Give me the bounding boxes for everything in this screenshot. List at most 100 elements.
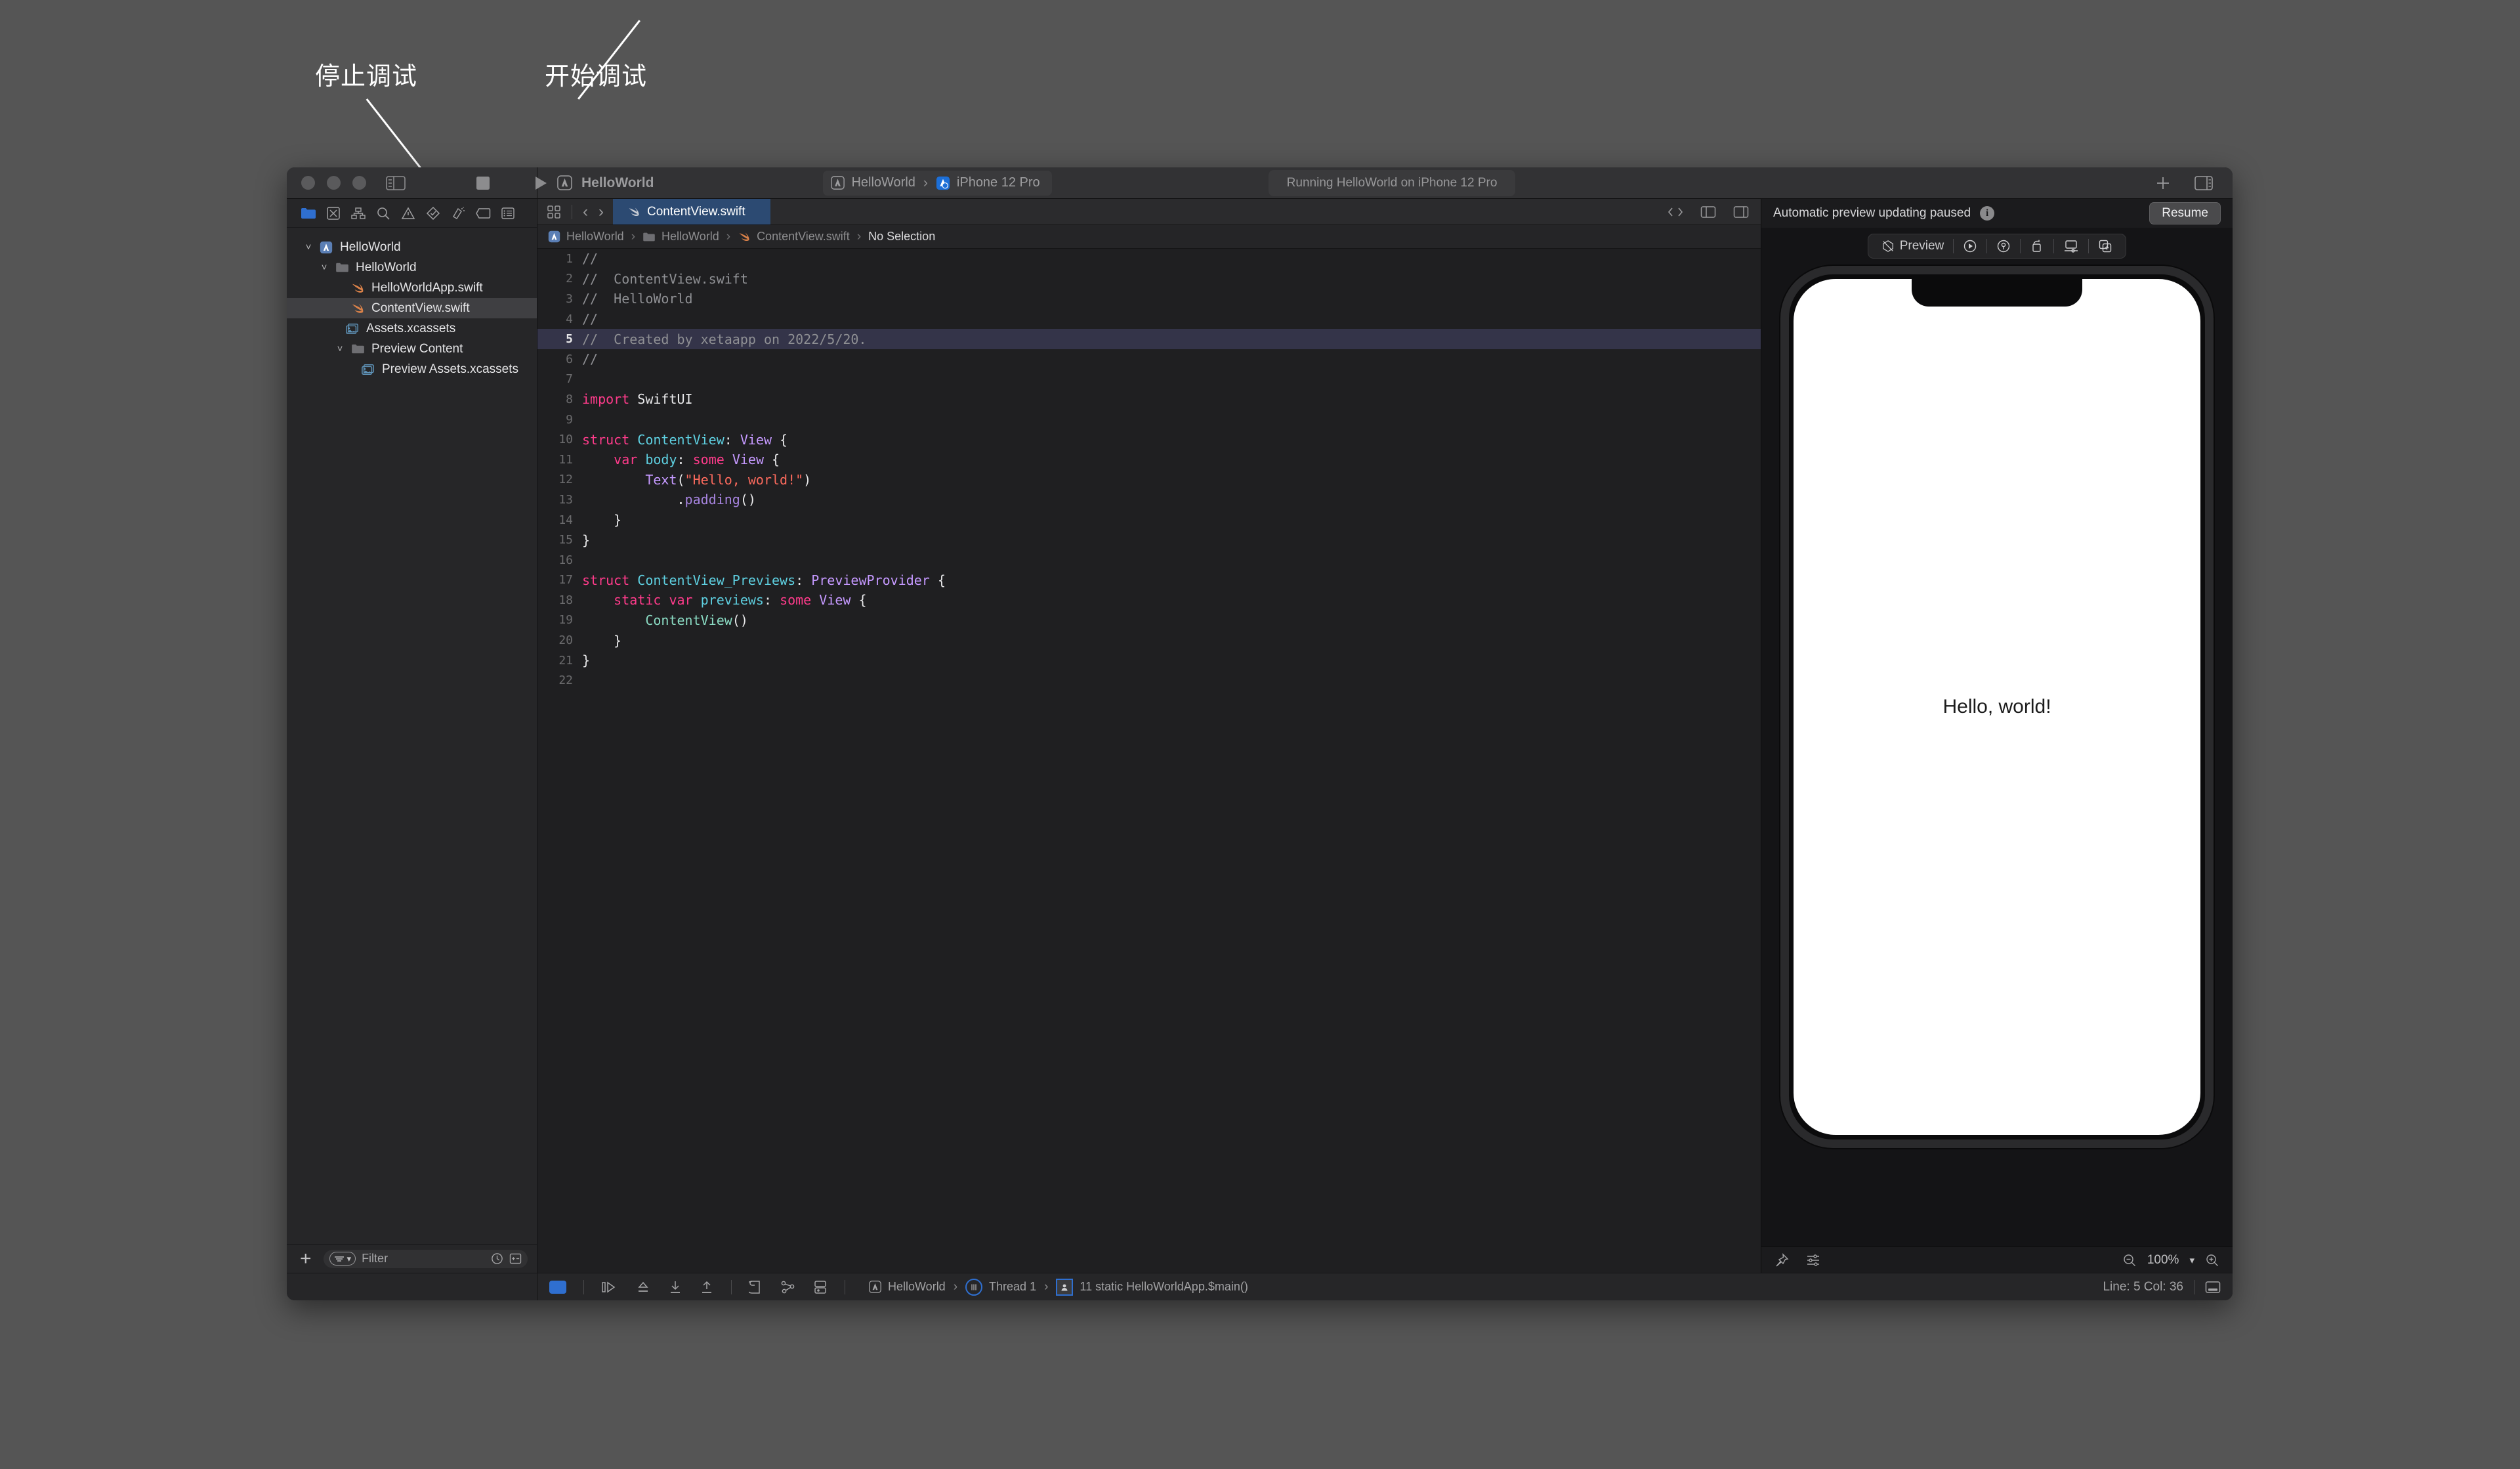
code-text[interactable]: // HelloWorld bbox=[582, 291, 693, 307]
chevron-down-icon[interactable]: ▾ bbox=[2189, 1254, 2194, 1266]
scheme-selector[interactable]: HelloWorld › iPhone 12 Pro bbox=[823, 170, 1052, 196]
code-text[interactable]: } bbox=[582, 512, 621, 528]
live-preview-toggle[interactable]: Preview bbox=[1872, 239, 1954, 253]
code-line[interactable]: 6 // bbox=[537, 349, 1761, 370]
step-out-icon[interactable] bbox=[700, 1280, 714, 1294]
info-icon[interactable]: i bbox=[1980, 206, 1995, 221]
code-editor[interactable]: 1 // 2 // ContentView.swift 3 // HelloWorld 4 /… bbox=[537, 249, 1761, 1273]
filter-options-icon[interactable]: ▾ bbox=[329, 1252, 356, 1266]
code-line[interactable]: 10 struct ContentView: View { bbox=[537, 429, 1761, 450]
stack-icon[interactable] bbox=[749, 1280, 763, 1294]
code-text[interactable]: // ContentView.swift bbox=[582, 271, 748, 287]
minimize-button[interactable] bbox=[327, 176, 341, 190]
code-line[interactable]: 18 static var previews: some View { bbox=[537, 590, 1761, 610]
breadcrumb-item-file[interactable]: ContentView.swift bbox=[757, 230, 850, 244]
code-line[interactable]: 11 var body: some View { bbox=[537, 450, 1761, 470]
code-review-icon[interactable] bbox=[1668, 205, 1683, 219]
add-file-button[interactable]: + bbox=[296, 1248, 316, 1269]
code-text[interactable]: ContentView() bbox=[582, 612, 748, 628]
code-line[interactable]: 13 .padding() bbox=[537, 490, 1761, 510]
close-button[interactable] bbox=[301, 176, 315, 190]
window-traffic-lights[interactable] bbox=[301, 176, 366, 190]
tree-item-group-helloworld[interactable]: ˅ HelloWorld bbox=[287, 257, 537, 278]
tree-item-contentview-swift[interactable]: ContentView.swift bbox=[287, 298, 537, 318]
code-line[interactable]: 12 Text("Hello, world!") bbox=[537, 470, 1761, 490]
inspector-toggle-icon[interactable] bbox=[2194, 175, 2213, 191]
step-down-icon[interactable] bbox=[668, 1280, 682, 1294]
chevron-down-icon[interactable]: ˅ bbox=[331, 343, 348, 354]
editor-tab-contentview[interactable]: ContentView.swift bbox=[613, 199, 770, 224]
code-line[interactable]: 5 // Created by xetaapp on 2022/5/20. bbox=[537, 329, 1761, 349]
add-icon[interactable] bbox=[2154, 174, 2172, 192]
code-line[interactable]: 19 ContentView() bbox=[537, 610, 1761, 631]
navigate-forward-icon[interactable]: › bbox=[598, 203, 604, 221]
tree-item-helloworldapp-swift[interactable]: HelloWorldApp.swift bbox=[287, 278, 537, 298]
code-line[interactable]: 2 // ContentView.swift bbox=[537, 269, 1761, 289]
zoom-level-label[interactable]: 100% bbox=[2147, 1253, 2179, 1267]
code-line[interactable]: 14 } bbox=[537, 510, 1761, 530]
tree-item-project[interactable]: ˅ HelloWorld bbox=[287, 237, 537, 257]
breadcrumb-item-selection[interactable]: No Selection bbox=[868, 230, 935, 244]
editor-breadcrumb[interactable]: HelloWorld › HelloWorld › ContentView.sw… bbox=[537, 225, 1761, 249]
code-line[interactable]: 7 bbox=[537, 370, 1761, 390]
continue-icon[interactable] bbox=[549, 1280, 566, 1294]
code-line[interactable]: 16 bbox=[537, 550, 1761, 570]
code-text[interactable]: } bbox=[582, 532, 590, 548]
code-line[interactable]: 17 struct ContentView_Previews: PreviewPr… bbox=[537, 570, 1761, 591]
debug-crumb-thread[interactable]: Thread 1 bbox=[989, 1280, 1036, 1294]
code-text[interactable]: import SwiftUI bbox=[582, 391, 693, 407]
code-text[interactable]: // Created by xetaapp on 2022/5/20. bbox=[582, 331, 866, 347]
debug-icon[interactable] bbox=[446, 203, 471, 224]
tree-item-preview-assets-xcassets[interactable]: Preview Assets.xcassets bbox=[287, 359, 537, 379]
resume-button[interactable]: Resume bbox=[2149, 202, 2221, 224]
zoom-button[interactable] bbox=[352, 176, 366, 190]
chevron-down-icon[interactable]: ˅ bbox=[300, 242, 317, 253]
code-line[interactable]: 3 // HelloWorld bbox=[537, 289, 1761, 309]
project-navigator-tree[interactable]: ˅ HelloWorld ˅ HelloWorld HelloWorldApp.… bbox=[287, 228, 537, 1244]
step-over-icon[interactable] bbox=[601, 1281, 618, 1294]
search-icon[interactable] bbox=[371, 203, 396, 224]
play-icon[interactable] bbox=[1954, 239, 1986, 253]
device-screen[interactable]: Hello, world! bbox=[1794, 279, 2200, 1135]
code-line[interactable]: 21} bbox=[537, 650, 1761, 671]
code-text[interactable]: static var previews: some View { bbox=[582, 592, 866, 608]
report-icon[interactable] bbox=[495, 203, 520, 224]
debug-breadcrumb[interactable]: HelloWorld › Thread 1 › 11 static HelloW… bbox=[869, 1278, 1248, 1296]
memory-icon[interactable] bbox=[813, 1280, 828, 1294]
code-text[interactable]: } bbox=[582, 633, 621, 649]
stop-button[interactable] bbox=[474, 175, 492, 192]
debug-crumb-process[interactable]: HelloWorld bbox=[888, 1280, 946, 1294]
split-editor-icon[interactable] bbox=[1700, 205, 1716, 219]
folder-icon[interactable] bbox=[296, 203, 321, 224]
code-line[interactable]: 15} bbox=[537, 530, 1761, 550]
code-text[interactable]: // bbox=[582, 351, 598, 367]
code-line[interactable]: 1 // bbox=[537, 249, 1761, 269]
pin-icon[interactable] bbox=[1774, 1252, 1789, 1267]
code-text[interactable]: .padding() bbox=[582, 492, 755, 507]
breakpoint-icon[interactable] bbox=[471, 203, 495, 224]
source-control-filter-icon[interactable] bbox=[509, 1253, 522, 1264]
preview-canvas[interactable]: Hello, world! bbox=[1761, 265, 2233, 1246]
code-line[interactable]: 4 // bbox=[537, 309, 1761, 330]
tree-item-assets-xcassets[interactable]: Assets.xcassets bbox=[287, 318, 537, 339]
step-into-icon[interactable] bbox=[635, 1281, 651, 1294]
navigate-back-icon[interactable]: ‹ bbox=[583, 203, 588, 221]
hierarchy-icon[interactable] bbox=[780, 1280, 796, 1294]
filter-field[interactable]: ▾ Filter bbox=[323, 1249, 528, 1268]
code-text[interactable]: struct ContentView_Previews: PreviewProv… bbox=[582, 572, 946, 588]
add-editor-icon[interactable] bbox=[1733, 205, 1749, 219]
sliders-icon[interactable] bbox=[1806, 1254, 1820, 1267]
test-icon[interactable] bbox=[421, 203, 446, 224]
bring-forward-icon[interactable] bbox=[2021, 239, 2053, 253]
sidebar-toggle-icon[interactable] bbox=[386, 175, 406, 191]
code-text[interactable]: struct ContentView: View { bbox=[582, 432, 788, 448]
duplicate-icon[interactable] bbox=[2089, 239, 2122, 253]
device-settings-icon[interactable] bbox=[2054, 239, 2088, 253]
source-control-icon[interactable] bbox=[321, 203, 346, 224]
code-line[interactable]: 20 } bbox=[537, 630, 1761, 650]
code-text[interactable]: } bbox=[582, 652, 590, 668]
code-line[interactable]: 8 import SwiftUI bbox=[537, 389, 1761, 410]
zoom-in-icon[interactable] bbox=[2205, 1253, 2219, 1267]
breadcrumb-item-group[interactable]: HelloWorld bbox=[662, 230, 719, 244]
breadcrumb-item-project[interactable]: HelloWorld bbox=[566, 230, 624, 244]
